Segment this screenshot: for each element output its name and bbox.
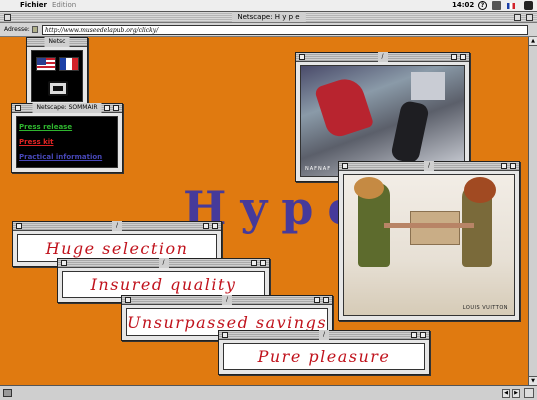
close-box-icon[interactable]	[342, 163, 348, 169]
windowshade-box-icon[interactable]	[260, 260, 266, 266]
photo-window-title: /	[377, 52, 388, 62]
netscape-app-icon[interactable]	[492, 1, 501, 10]
browser-title-bar[interactable]: Netscape: H y p e	[0, 12, 537, 23]
slogan-window-title-bar[interactable]: /	[58, 258, 269, 268]
slogan-window-title: /	[111, 221, 123, 231]
language-window-title-bar[interactable]: Netsc	[27, 37, 87, 47]
url-field[interactable]	[42, 25, 528, 35]
windowshade-box-icon[interactable]	[460, 54, 466, 60]
close-box-icon[interactable]	[15, 105, 21, 111]
nafnaf-logo: NAFNAF	[305, 166, 332, 172]
zoom-box-icon[interactable]	[451, 54, 457, 60]
keyboard-layout-flag-icon[interactable]	[507, 3, 515, 9]
language-window-body	[31, 50, 83, 102]
louis-vuitton-ad-image: LOUIS VUITTON	[343, 174, 515, 316]
windowshade-box-icon[interactable]	[420, 332, 426, 338]
slogan-body: Pure pleasure	[223, 343, 425, 370]
slogan-text: Insured quality	[90, 275, 237, 294]
windowshade-box-icon[interactable]	[323, 297, 329, 303]
french-flag-icon[interactable]	[59, 57, 79, 71]
zoom-box-icon[interactable]	[411, 332, 417, 338]
english-flag-icon[interactable]	[36, 57, 56, 71]
close-box-icon[interactable]	[61, 260, 67, 266]
poster-shape	[411, 72, 445, 100]
slogan-window-title-bar[interactable]: /	[122, 295, 332, 305]
page-content: Hype Netsc Netscape: SOMMAIR Press relea…	[0, 37, 528, 385]
press-release-link[interactable]: Press release	[19, 123, 117, 132]
slogan-window-title: /	[221, 295, 233, 305]
address-bar: Adresse:	[0, 23, 537, 37]
application-menu-icon[interactable]	[524, 1, 533, 10]
menu-edition[interactable]: Edition	[52, 0, 76, 11]
menu-fichier[interactable]: Fichier	[20, 0, 47, 11]
slogan-text: Unsurpassed savings	[126, 312, 328, 332]
language-window-title: Netsc	[44, 37, 70, 47]
zoom-box-icon[interactable]	[514, 14, 521, 21]
model-left-hair-shape	[354, 177, 384, 199]
computer-icon[interactable]	[48, 81, 68, 96]
page-proxy-icon[interactable]	[32, 26, 38, 33]
windowshade-box-icon[interactable]	[113, 105, 119, 111]
slogan-window-4: / Pure pleasure	[218, 330, 430, 375]
scroll-up-arrow-icon[interactable]: ▲	[529, 37, 537, 46]
help-icon[interactable]: ?	[478, 1, 487, 10]
louis-vuitton-logo: LOUIS VUITTON	[462, 305, 508, 311]
summary-window-title: Netscape: SOMMAIR	[32, 103, 102, 113]
clock: 14:02	[452, 1, 475, 9]
horizontal-scrollbar[interactable]: ◀ ▶	[0, 385, 537, 400]
close-box-icon[interactable]	[222, 332, 228, 338]
press-kit-link[interactable]: Press kit	[19, 138, 117, 147]
model-red-shape	[313, 74, 375, 140]
summary-window-title-bar[interactable]: Netscape: SOMMAIR	[12, 103, 122, 113]
photo-window-title-bar[interactable]: /	[339, 161, 519, 171]
browser-title: Netscape: H y p e	[231, 12, 306, 22]
windowshade-box-icon[interactable]	[212, 223, 218, 229]
zoom-box-icon[interactable]	[314, 297, 320, 303]
photo-window-title-bar[interactable]: /	[296, 52, 469, 62]
resize-grow-box-icon[interactable]	[524, 388, 534, 398]
photo-window-title: /	[423, 161, 435, 171]
summary-window-body: Press release Press kit Practical inform…	[16, 116, 118, 168]
language-window: Netsc	[26, 37, 88, 107]
zoom-box-icon[interactable]	[203, 223, 209, 229]
slogan-window-title-bar[interactable]: /	[219, 330, 429, 340]
zoom-box-icon[interactable]	[104, 105, 110, 111]
address-label: Adresse:	[4, 26, 30, 33]
close-box-icon[interactable]	[299, 54, 305, 60]
model-black-shape	[390, 99, 430, 165]
windowshade-box-icon[interactable]	[526, 14, 533, 21]
arms-shape	[384, 223, 474, 228]
scroll-down-arrow-icon[interactable]: ▼	[529, 376, 537, 385]
scroll-right-arrow-icon[interactable]: ▶	[512, 389, 520, 398]
slogan-body: Insured quality	[62, 271, 265, 298]
handbag-shape	[410, 211, 460, 245]
model-right-hair-shape	[464, 177, 496, 203]
zoom-box-icon[interactable]	[251, 260, 257, 266]
slogan-window-title: /	[318, 330, 330, 340]
scroll-left-arrow-icon[interactable]: ◀	[502, 389, 510, 398]
menu-bar: Fichier Edition 14:02 ?	[0, 0, 537, 12]
zoom-box-icon[interactable]	[501, 163, 507, 169]
vertical-scrollbar[interactable]: ▲ ▼	[528, 37, 537, 385]
slogan-text: Pure pleasure	[257, 347, 391, 366]
security-lock-icon[interactable]	[3, 389, 12, 397]
windowshade-box-icon[interactable]	[510, 163, 516, 169]
summary-window: Netscape: SOMMAIR Press release Press ki…	[11, 103, 123, 173]
close-box-icon[interactable]	[125, 297, 131, 303]
practical-information-link[interactable]: Practical information	[19, 153, 117, 162]
slogan-window-title: /	[158, 258, 169, 268]
slogan-text: Huge selection	[45, 238, 189, 258]
photo-window-louis-vuitton: / LOUIS VUITTON	[338, 161, 520, 321]
close-box-icon[interactable]	[4, 14, 11, 21]
slogan-window-title-bar[interactable]: /	[13, 221, 221, 231]
close-box-icon[interactable]	[16, 223, 22, 229]
